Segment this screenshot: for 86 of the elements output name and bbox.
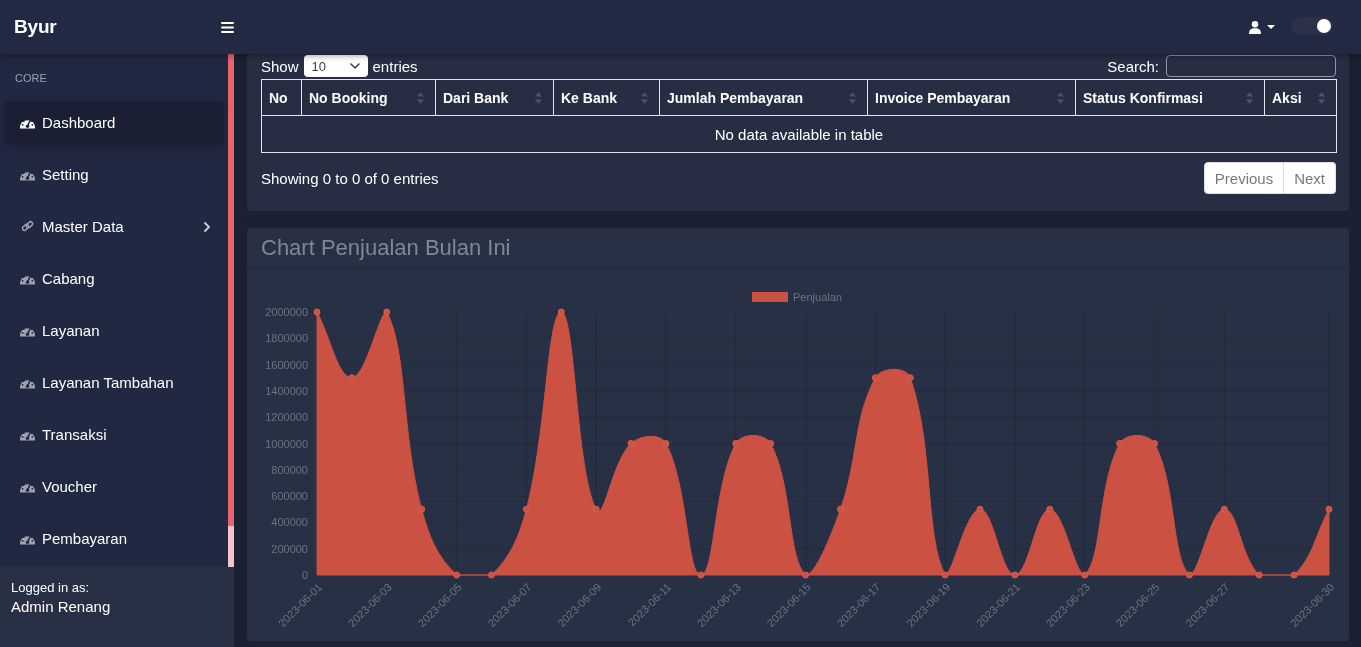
menu-icon[interactable] — [221, 21, 234, 33]
sort-icon — [849, 91, 856, 104]
empty-table-message: No data available in table — [261, 115, 1337, 153]
data-point — [488, 571, 495, 579]
data-point — [627, 440, 635, 447]
column-header[interactable]: Status Konfirmasi — [1075, 79, 1265, 116]
sort-icon — [535, 91, 542, 104]
data-point — [418, 505, 426, 513]
chevron-right-icon — [204, 221, 210, 232]
link-icon — [20, 220, 35, 233]
data-point — [1290, 571, 1298, 579]
column-header[interactable]: Ke Bank — [553, 79, 660, 116]
nav-item[interactable]: Transaksi — [5, 413, 224, 456]
brand-name[interactable]: Byur — [14, 16, 221, 38]
data-point — [1081, 571, 1089, 579]
sort-icon — [1318, 91, 1325, 104]
sort-icon — [641, 91, 648, 104]
page-length-select[interactable]: 10 — [303, 55, 368, 77]
y-axis-label: 1600000 — [265, 358, 308, 371]
legend-label: Penjualan — [793, 291, 842, 303]
nav-item[interactable]: Layanan — [5, 309, 224, 352]
nav-item[interactable]: Pembayaran — [5, 517, 224, 560]
data-point — [1325, 505, 1333, 513]
data-point — [522, 505, 530, 513]
data-point — [802, 571, 810, 579]
column-header[interactable]: No Booking — [301, 79, 436, 116]
y-axis-label: 0 — [301, 569, 308, 581]
column-header[interactable]: Aksi — [1264, 79, 1337, 116]
y-axis-label: 1200000 — [265, 411, 308, 424]
search-field[interactable] — [1166, 55, 1336, 77]
data-point — [732, 440, 740, 447]
user-name: Admin Renang — [11, 598, 112, 615]
data-point — [1011, 571, 1019, 579]
data-point — [348, 374, 356, 382]
y-axis-label: 2000000 — [265, 306, 308, 318]
data-point — [313, 308, 321, 316]
data-point — [1151, 440, 1158, 447]
table-info: Showing 0 to 0 of 0 entries — [261, 169, 439, 187]
nav-item[interactable]: Dashboard — [5, 101, 224, 144]
y-axis-label: 1000000 — [265, 437, 308, 450]
nav-item[interactable]: Voucher — [5, 465, 224, 508]
y-axis-label: 1800000 — [265, 332, 308, 345]
y-axis-label: 400000 — [271, 516, 308, 529]
length-label: Show — [261, 57, 299, 75]
data-point — [836, 505, 844, 513]
column-header: No — [261, 79, 302, 116]
theme-toggle[interactable] — [1291, 17, 1333, 35]
y-axis-label: 600000 — [271, 490, 308, 503]
data-point — [383, 308, 391, 316]
column-header[interactable]: Invoice Pembayaran — [867, 79, 1076, 116]
data-point — [941, 571, 949, 579]
sidebar-heading: CORE — [14, 71, 48, 85]
data-point — [1185, 571, 1193, 579]
data-point — [453, 571, 461, 579]
data-point — [1255, 571, 1263, 579]
y-axis-label: 1400000 — [265, 384, 308, 397]
nav-item[interactable]: Cabang — [5, 257, 224, 300]
nav-item[interactable]: Layanan Tambahan — [5, 361, 224, 404]
data-point — [557, 308, 565, 316]
data-point — [871, 374, 879, 382]
data-point — [697, 571, 705, 579]
length-label: entries — [372, 57, 418, 75]
chart-title: Chart Penjualan Bulan Ini — [261, 235, 511, 261]
data-point — [1220, 505, 1228, 513]
user-icon — [1249, 20, 1261, 34]
y-axis-label: 200000 — [271, 542, 308, 555]
y-axis-label: 800000 — [271, 463, 308, 476]
user-menu-button[interactable] — [1249, 20, 1275, 34]
data-point — [976, 505, 984, 513]
logged-in-caption: Logged in as: — [11, 580, 91, 595]
sort-icon — [417, 91, 424, 104]
chevron-down-icon — [349, 63, 360, 69]
data-point — [1046, 505, 1054, 513]
data-point — [662, 440, 670, 447]
data-point — [906, 374, 914, 382]
column-header[interactable]: Dari Bank — [435, 79, 554, 116]
data-point — [592, 505, 600, 513]
data-point — [1116, 440, 1124, 447]
column-header[interactable]: Jumlah Pembayaran — [659, 79, 868, 116]
sort-icon — [1246, 91, 1253, 104]
data-point — [767, 440, 775, 447]
nav-item[interactable]: Setting — [5, 153, 224, 196]
search-label: Search: — [1107, 57, 1159, 75]
sort-icon — [1057, 91, 1064, 104]
nav-item[interactable]: Master Data — [5, 205, 224, 248]
caret-icon — [1267, 25, 1275, 29]
